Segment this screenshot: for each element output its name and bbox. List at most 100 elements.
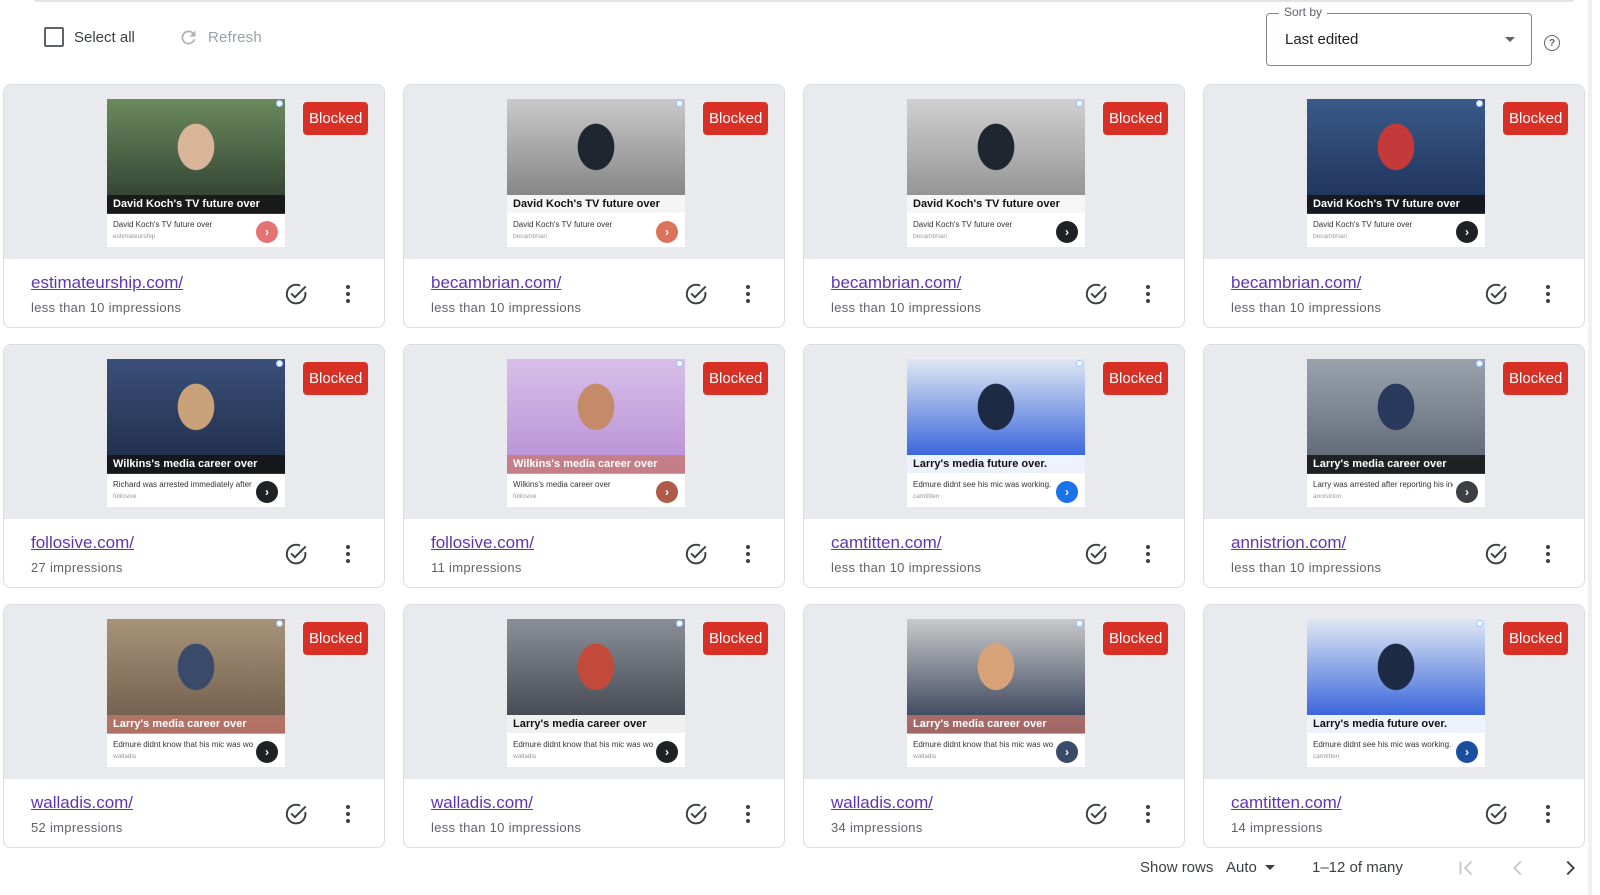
ad-card[interactable]: David Koch's TV future over David Koch's… [803,84,1185,328]
more-vert-icon[interactable] [336,801,360,827]
ad-card[interactable]: Larry's media career over Larry was arre… [1203,344,1585,588]
check-circle-icon[interactable] [283,541,309,567]
more-vert-icon[interactable] [336,281,360,307]
arrow-right-icon: › [656,741,678,763]
sort-by-label: Sort by [1279,5,1328,19]
more-vert-icon[interactable] [336,541,360,567]
ad-preview[interactable]: Wilkins's media career over Wilkins's me… [404,345,784,519]
ad-domain: walladis [913,753,937,760]
domain-link[interactable]: annistrion.com/ [1231,533,1346,553]
check-circle-icon[interactable] [683,801,709,827]
check-circle-icon[interactable] [683,281,709,307]
more-vert-icon[interactable] [736,541,760,567]
checkbox-icon[interactable] [44,27,64,47]
domain-link[interactable]: becambrian.com/ [431,273,561,293]
arrow-right-icon: › [1456,481,1478,503]
domain-link[interactable]: camtitten.com/ [831,533,942,553]
more-vert-icon[interactable] [1136,801,1160,827]
ad-preview[interactable]: David Koch's TV future over David Koch's… [1204,85,1584,259]
domain-link[interactable]: camtitten.com/ [1231,793,1342,813]
more-vert-icon[interactable] [1136,281,1160,307]
ad-description: Edmure didnt know that his mic was worki… [113,740,253,749]
more-vert-icon[interactable] [736,801,760,827]
ad-card[interactable]: Larry's media career over Edmure didnt k… [3,604,385,848]
ad-preview[interactable]: Larry's media career over Edmure didnt k… [804,605,1184,779]
ad-preview[interactable]: Larry's media future over. Edmure didnt … [1204,605,1584,779]
ad-choices-icon [1476,620,1483,627]
next-page-button[interactable] [1556,854,1584,882]
domain-link[interactable]: walladis.com/ [431,793,533,813]
check-circle-icon[interactable] [283,801,309,827]
ad-domain: becambrian [913,233,947,240]
previous-page-button[interactable] [1504,854,1532,882]
card-footer: annistrion.com/ less than 10 impressions [1204,519,1584,587]
toolbar: Select all Refresh Sort by Last edited ? [0,0,1600,80]
ad-card[interactable]: Larry's media future over. Edmure didnt … [1203,604,1585,848]
ad-description: David Koch's TV future over [513,220,613,229]
impressions-count: 14 impressions [1231,820,1323,835]
ad-card[interactable]: Larry's media career over Edmure didnt k… [803,604,1185,848]
more-vert-icon[interactable] [1136,541,1160,567]
impressions-count: 34 impressions [831,820,923,835]
status-badge: Blocked [1503,622,1569,655]
ad-card[interactable]: David Koch's TV future over David Koch's… [3,84,385,328]
domain-link[interactable]: follosive.com/ [431,533,534,553]
rows-per-page-select[interactable]: Auto [1226,859,1275,876]
more-vert-icon[interactable] [1536,541,1560,567]
impressions-count: 52 impressions [31,820,123,835]
ad-preview[interactable]: Larry's media future over. Edmure didnt … [804,345,1184,519]
check-circle-icon[interactable] [1083,541,1109,567]
domain-link[interactable]: follosive.com/ [31,533,134,553]
domain-link[interactable]: walladis.com/ [31,793,133,813]
sort-by-select[interactable]: Sort by Last edited [1266,5,1532,66]
ad-domain: follosive [513,493,537,500]
ad-description: David Koch's TV future over [1313,220,1413,229]
domain-link[interactable]: walladis.com/ [831,793,933,813]
ad-headline: Wilkins's media career over [507,455,685,474]
refresh-button[interactable]: Refresh [178,27,262,48]
ad-creative: David Koch's TV future over David Koch's… [1307,99,1485,247]
ad-preview[interactable]: Larry's media career over Edmure didnt k… [4,605,384,779]
ad-preview[interactable]: David Koch's TV future over David Koch's… [4,85,384,259]
ad-card[interactable]: Larry's media future over. Edmure didnt … [803,344,1185,588]
help-icon[interactable]: ? [1544,35,1560,51]
check-circle-icon[interactable] [1083,281,1109,307]
card-footer: walladis.com/ 52 impressions [4,779,384,847]
check-circle-icon[interactable] [1483,541,1509,567]
check-circle-icon[interactable] [283,281,309,307]
ad-card[interactable]: David Koch's TV future over David Koch's… [1203,84,1585,328]
domain-link[interactable]: becambrian.com/ [1231,273,1361,293]
pagination-bar: Show rows Auto 1–12 of many [0,845,1600,895]
check-circle-icon[interactable] [1483,801,1509,827]
ad-card[interactable]: Wilkins's media career over Wilkins's me… [403,344,785,588]
check-circle-icon[interactable] [683,541,709,567]
first-page-button[interactable] [1452,854,1480,882]
page-scrollbar[interactable] [1588,0,1592,895]
ad-card[interactable]: Larry's media career over Edmure didnt k… [403,604,785,848]
ad-preview[interactable]: David Koch's TV future over David Koch's… [804,85,1184,259]
check-circle-icon[interactable] [1083,801,1109,827]
ad-preview[interactable]: Larry's media career over Edmure didnt k… [404,605,784,779]
ad-card[interactable]: Wilkins's media career over Richard was … [3,344,385,588]
ad-preview[interactable]: Larry's media career over Larry was arre… [1204,345,1584,519]
more-vert-icon[interactable] [1536,281,1560,307]
check-circle-icon[interactable] [1483,281,1509,307]
domain-link[interactable]: becambrian.com/ [831,273,961,293]
select-all-checkbox[interactable]: Select all [44,27,135,47]
ad-choices-icon [1076,620,1083,627]
ad-card[interactable]: David Koch's TV future over David Koch's… [403,84,785,328]
ad-domain: becambrian [513,233,547,240]
more-vert-icon[interactable] [736,281,760,307]
status-badge: Blocked [1103,102,1169,135]
ad-preview[interactable]: Wilkins's media career over Richard was … [4,345,384,519]
impressions-count: 27 impressions [31,560,123,575]
ad-choices-icon [276,360,283,367]
ad-preview[interactable]: David Koch's TV future over David Koch's… [404,85,784,259]
card-footer: becambrian.com/ less than 10 impressions [1204,259,1584,327]
status-badge: Blocked [703,102,769,135]
impressions-count: less than 10 impressions [1231,300,1382,315]
domain-link[interactable]: estimateurship.com/ [31,273,183,293]
impressions-count: less than 10 impressions [31,300,182,315]
more-vert-icon[interactable] [1536,801,1560,827]
status-badge: Blocked [303,622,369,655]
